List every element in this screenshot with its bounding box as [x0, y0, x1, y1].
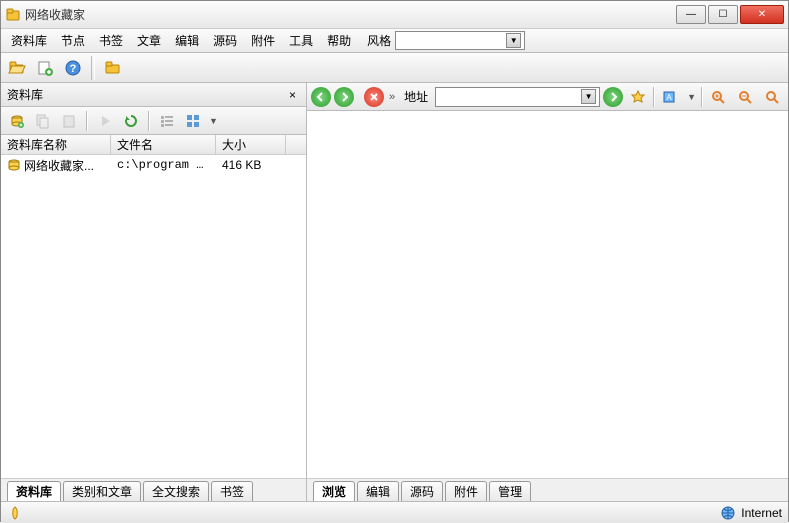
chevron-down-icon[interactable]: ▼ — [207, 116, 220, 126]
left-tabstrip: 资料库 类别和文章 全文搜索 书签 — [1, 478, 307, 501]
window-buttons: — ☐ ✕ — [676, 5, 784, 24]
menu-help[interactable]: 帮助 — [321, 30, 357, 51]
paste-db-button[interactable] — [57, 109, 81, 133]
copy-db-button[interactable] — [31, 109, 55, 133]
statusbar: Internet — [1, 501, 788, 523]
zoom-in-button[interactable] — [706, 85, 730, 109]
toolbar-separator — [653, 87, 655, 107]
window-title: 网络收藏家 — [25, 6, 676, 23]
database-table: 资料库名称 文件名 大小 网络收藏家... c:\program ... 416… — [1, 135, 306, 478]
address-bar: » 地址 ▼ A ▼ — [307, 83, 788, 111]
toolbar-separator — [701, 87, 703, 107]
bottom-tabs: 资料库 类别和文章 全文搜索 书签 浏览 编辑 源码 附件 管理 — [1, 478, 788, 501]
menu-article[interactable]: 文章 — [131, 30, 167, 51]
svg-text:A: A — [666, 93, 672, 102]
folder-button[interactable] — [101, 56, 125, 80]
toolbar-separator — [91, 56, 95, 80]
tab-category[interactable]: 类别和文章 — [63, 481, 141, 501]
zoom-out-button[interactable] — [733, 85, 757, 109]
toolbar-separator — [86, 111, 88, 131]
status-left-icon — [7, 505, 23, 521]
panel-close-button[interactable]: × — [285, 88, 300, 102]
table-row[interactable]: 网络收藏家... c:\program ... 416 KB — [1, 155, 306, 175]
app-icon — [5, 7, 21, 23]
add-db-button[interactable] — [5, 109, 29, 133]
go-button[interactable] — [603, 87, 623, 107]
svg-text:?: ? — [70, 63, 77, 75]
encoding-button[interactable]: A — [658, 85, 682, 109]
menu-source[interactable]: 源码 — [207, 30, 243, 51]
style-label: 风格 — [367, 32, 391, 49]
tab-fulltext[interactable]: 全文搜索 — [143, 481, 209, 501]
tab-edit[interactable]: 编辑 — [357, 481, 399, 501]
globe-icon — [721, 506, 735, 520]
new-button[interactable] — [33, 56, 57, 80]
col-size[interactable]: 大小 — [216, 135, 286, 154]
menu-attachment[interactable]: 附件 — [245, 30, 281, 51]
chevron-down-icon: ▼ — [506, 33, 521, 48]
tab-database[interactable]: 资料库 — [7, 481, 61, 501]
status-text: Internet — [741, 506, 782, 520]
favorite-button[interactable] — [626, 85, 650, 109]
style-combo[interactable]: ▼ — [395, 31, 525, 50]
forward-button[interactable] — [334, 87, 354, 107]
browser-view[interactable] — [307, 111, 788, 478]
table-header: 资料库名称 文件名 大小 — [1, 135, 306, 155]
address-label: 地址 — [400, 88, 432, 105]
menubar: 资料库 节点 书签 文章 编辑 源码 附件 工具 帮助 风格 ▼ — [1, 29, 788, 53]
address-input[interactable]: ▼ — [435, 87, 600, 107]
grid-view-button[interactable] — [181, 109, 205, 133]
toolbar-separator — [148, 111, 150, 131]
tab-source[interactable]: 源码 — [401, 481, 443, 501]
minimize-button[interactable]: — — [676, 5, 706, 24]
chevron-down-icon[interactable]: ▼ — [685, 92, 698, 102]
tab-bookmark[interactable]: 书签 — [211, 481, 253, 501]
close-button[interactable]: ✕ — [740, 5, 784, 24]
open-folder-button[interactable] — [5, 56, 29, 80]
left-panel-header: 资料库 × — [1, 83, 306, 107]
body: 资料库 × ▼ 资料库名称 文件名 大小 网络收藏家... — [1, 83, 788, 478]
database-icon — [7, 158, 21, 172]
main-toolbar: ? — [1, 53, 788, 83]
row-name: 网络收藏家... — [24, 157, 94, 174]
menu-tools[interactable]: 工具 — [283, 30, 319, 51]
back-button[interactable] — [311, 87, 331, 107]
left-panel-title: 资料库 — [7, 86, 285, 103]
chevron-down-icon: ▼ — [581, 89, 596, 104]
stop-button[interactable] — [364, 87, 384, 107]
list-view-button[interactable] — [155, 109, 179, 133]
menu-node[interactable]: 节点 — [55, 30, 91, 51]
refresh-button[interactable] — [119, 109, 143, 133]
left-toolbar: ▼ — [1, 107, 306, 135]
menu-bookmark[interactable]: 书签 — [93, 30, 129, 51]
row-file: c:\program ... — [111, 156, 216, 174]
col-file[interactable]: 文件名 — [111, 135, 216, 154]
maximize-button[interactable]: ☐ — [708, 5, 738, 24]
left-panel: 资料库 × ▼ 资料库名称 文件名 大小 网络收藏家... — [1, 83, 307, 478]
tab-manage[interactable]: 管理 — [489, 481, 531, 501]
titlebar: 网络收藏家 — ☐ ✕ — [1, 1, 788, 29]
expand-icon[interactable]: » — [387, 91, 397, 103]
tab-browse[interactable]: 浏览 — [313, 481, 355, 501]
status-right: Internet — [721, 506, 782, 520]
tab-attachment[interactable]: 附件 — [445, 481, 487, 501]
menu-edit[interactable]: 编辑 — [169, 30, 205, 51]
zoom-reset-button[interactable] — [760, 85, 784, 109]
right-tabstrip: 浏览 编辑 源码 附件 管理 — [307, 478, 788, 501]
row-size: 416 KB — [216, 156, 286, 174]
col-name[interactable]: 资料库名称 — [1, 135, 111, 154]
play-button[interactable] — [93, 109, 117, 133]
menu-database[interactable]: 资料库 — [5, 30, 53, 51]
right-panel: » 地址 ▼ A ▼ — [307, 83, 788, 478]
help-button[interactable]: ? — [61, 56, 85, 80]
